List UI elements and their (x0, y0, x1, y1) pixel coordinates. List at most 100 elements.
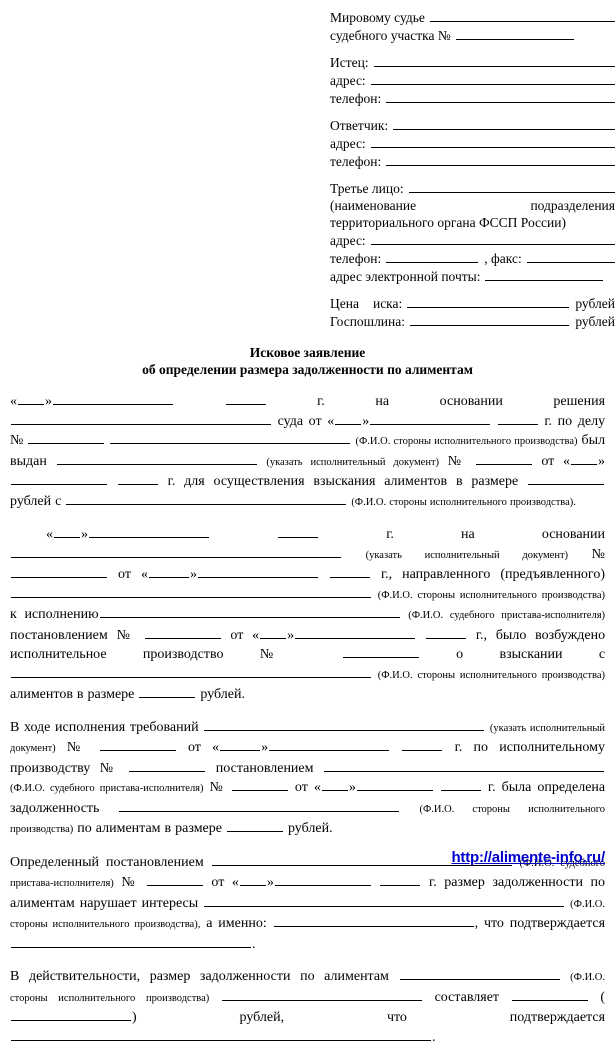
p3-note-2: (Ф.И.О. судебного пристава-исполнителя) (10, 783, 204, 794)
defendant-address-blank[interactable] (370, 134, 615, 148)
p2-blank-day1[interactable] (54, 525, 80, 538)
third-party-fax-blank[interactable] (526, 249, 615, 263)
p3-s1: В ходе исполнения требований (10, 719, 199, 735)
p2-blank-doc[interactable] (11, 545, 341, 558)
p1-blank-month2[interactable] (370, 412, 491, 425)
p4-blank-fio[interactable] (204, 894, 565, 907)
court-blank[interactable] (429, 8, 615, 22)
p2-blank-day3[interactable] (260, 626, 287, 639)
p1-s13: делу (577, 413, 606, 429)
p2-blank-bailiff[interactable] (99, 605, 400, 618)
third-party-fax-label: , факс: (484, 251, 522, 266)
p1-blank-month3[interactable] (11, 472, 107, 485)
source-watermark-link[interactable]: http://alimente-info.ru/ (451, 849, 605, 866)
p1-blank-month1[interactable] (53, 392, 173, 405)
p3-blank-doc-no[interactable] (99, 738, 176, 751)
p1-blank-case-no[interactable] (28, 431, 105, 444)
p3-blank-order-no[interactable] (231, 778, 288, 791)
p2-blank-proc-no[interactable] (342, 645, 419, 658)
defendant-line: Ответчик: (330, 116, 615, 134)
p3-blank-bailiff[interactable] (324, 759, 605, 772)
p3-blank-year2[interactable] (440, 778, 481, 791)
p4-blank-day[interactable] (239, 873, 266, 886)
p3-blank-day2[interactable] (321, 778, 348, 791)
p4-blank-year[interactable] (380, 873, 421, 886)
plaintiff-blank[interactable] (373, 53, 615, 67)
p4-blank-detail[interactable] (273, 914, 474, 927)
p1-blank-doc[interactable] (56, 452, 257, 465)
third-party-address-blank[interactable] (370, 231, 615, 245)
p3-blank-amount[interactable] (226, 819, 283, 832)
p1-blank-year2[interactable] (497, 412, 538, 425)
p2-blank-year2[interactable] (329, 565, 370, 578)
p1-blank-fio1[interactable] (110, 431, 351, 444)
p4-blank-month[interactable] (274, 873, 371, 886)
p4-s5: » (266, 875, 274, 890)
p3-blank-doc[interactable] (204, 718, 485, 731)
p2-blank-order-no[interactable] (144, 626, 221, 639)
p2-blank-month3[interactable] (295, 626, 416, 639)
p1-blank-amount[interactable] (528, 472, 605, 485)
p5-blank-period[interactable] (221, 988, 422, 1001)
p4-blank-order-no[interactable] (146, 873, 203, 886)
p1-s2: » (45, 394, 52, 409)
p1-blank-day1[interactable] (18, 392, 44, 405)
p1-blank-doc-no[interactable] (475, 452, 532, 465)
p5-blank-sum-words[interactable] (11, 1008, 131, 1021)
p5-blank-sum[interactable] (511, 988, 588, 1001)
p2-blank-month2[interactable] (197, 565, 318, 578)
p3-blank-month2[interactable] (356, 778, 433, 791)
p3-blank-fio[interactable] (119, 799, 400, 812)
plaintiff-address-blank[interactable] (370, 71, 615, 85)
third-party-email-blank[interactable] (485, 267, 604, 281)
p2-s7: » (189, 567, 197, 582)
p5-blank-fio[interactable] (399, 967, 560, 980)
p3-s16: задолженность (10, 800, 100, 816)
p2-blank-year3[interactable] (425, 626, 466, 639)
p3-blank-month1[interactable] (269, 738, 390, 751)
p2-blank-year1[interactable] (278, 525, 319, 538)
p2-blank-fio2[interactable] (11, 665, 371, 678)
p2-blank-fio1[interactable] (11, 585, 371, 598)
p3-s8: постановлением (215, 760, 314, 776)
p1-blank-day3[interactable] (571, 452, 597, 465)
p3-blank-year1[interactable] (402, 738, 443, 751)
p5-blank-evidence[interactable] (11, 1028, 431, 1041)
p1-blank-year3[interactable] (117, 472, 158, 485)
p2-s9: направленного (предъявленного) (402, 567, 605, 582)
p2-s24: рублей. (200, 687, 245, 702)
court-group: Мировому судье судебного участка № (330, 8, 615, 44)
paragraph-1: « » г. на основании решения суда от « » г.… (10, 392, 605, 512)
third-party-phone-blank[interactable] (386, 249, 479, 263)
p1-s11: г. (544, 413, 553, 429)
court-district-blank[interactable] (455, 26, 574, 40)
p2-s14: от (230, 627, 244, 643)
p1-s8: от (308, 413, 322, 429)
p3-s4: « (212, 740, 220, 755)
p1-blank-year1[interactable] (225, 392, 266, 405)
p1-blank-court[interactable] (11, 412, 271, 425)
defendant-phone-blank[interactable] (386, 152, 615, 166)
plaintiff-phone-line: телефон: (330, 89, 615, 107)
plaintiff-phone-blank[interactable] (386, 89, 615, 103)
p2-s15: « (252, 627, 260, 643)
claim-price-blank[interactable] (407, 294, 570, 308)
p1-s14: № (10, 433, 24, 448)
p1-s15: был (581, 433, 606, 448)
claim-price-line: Цена иска: рублей (330, 294, 615, 312)
p1-blank-fio2[interactable] (66, 492, 347, 505)
defendant-blank[interactable] (393, 116, 615, 130)
p4-blank-evidence[interactable] (11, 935, 251, 948)
third-party-blank[interactable] (408, 179, 615, 193)
p1-blank-day2[interactable] (335, 412, 362, 425)
p3-blank-day1[interactable] (220, 738, 261, 751)
p5-s3: ( (600, 989, 605, 1005)
p2-blank-day2[interactable] (148, 565, 189, 578)
p2-s19: № (259, 647, 306, 662)
p2-blank-month1[interactable] (89, 525, 209, 538)
claim-fee-blank[interactable] (410, 312, 570, 326)
p2-s3: г. на основании (386, 527, 606, 542)
p2-blank-doc-no[interactable] (11, 565, 107, 578)
p3-blank-proc-no[interactable] (129, 759, 206, 772)
p2-blank-amount[interactable] (139, 685, 196, 698)
